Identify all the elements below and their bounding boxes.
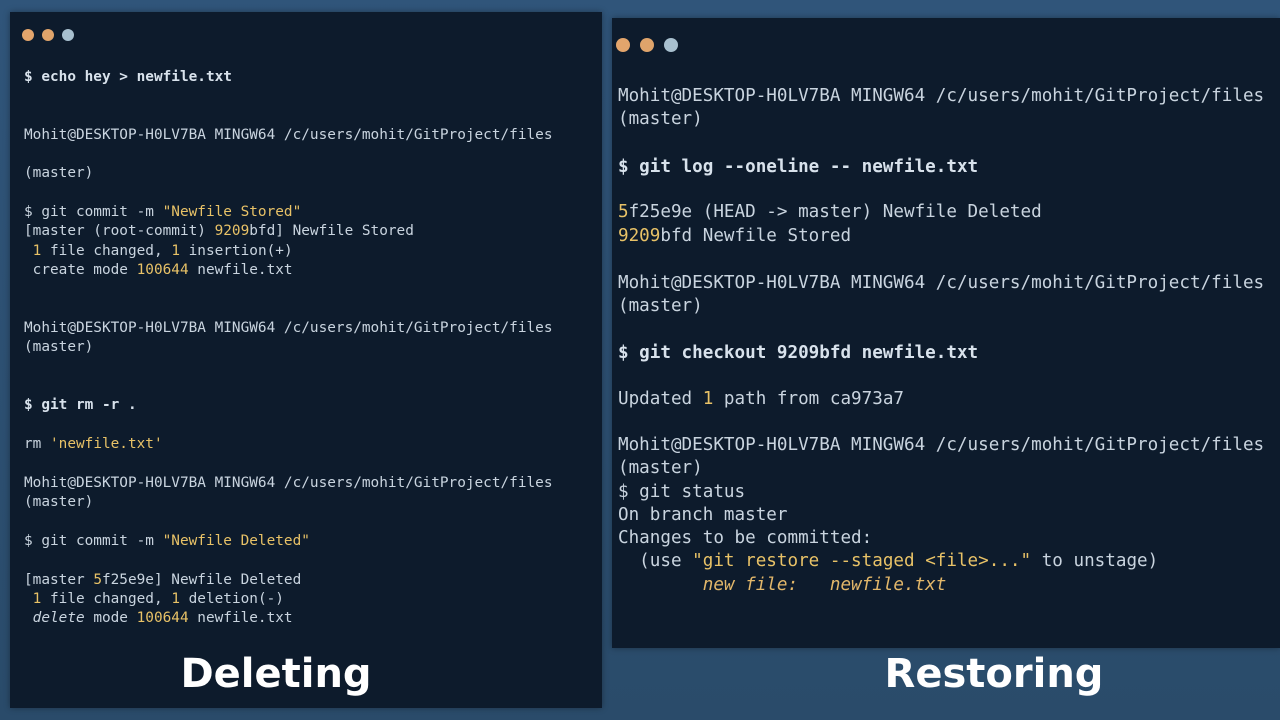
command-line: $ git log --oneline -- newfile.txt (618, 157, 979, 177)
prompt-path: Mohit@DESKTOP-H0LV7BA MINGW64 /c/users/m… (618, 435, 1265, 455)
terminal-window-restoring: Mohit@DESKTOP-H0LV7BA MINGW64 /c/users/m… (612, 18, 1280, 648)
output-text: [master (24, 572, 94, 588)
minimize-dot-icon[interactable] (42, 29, 54, 41)
maximize-dot-icon[interactable] (62, 29, 74, 41)
window-controls (616, 38, 678, 52)
output-text: mode (84, 610, 137, 626)
output-line: 1 file changed, 1 deletion(-) (24, 590, 284, 608)
caption-deleting: Deleting (180, 651, 372, 697)
output-number: 5 (618, 202, 629, 222)
output-line: 1 file changed, 1 insertion(+) (24, 242, 293, 260)
output-text: f25e9e (HEAD -> master) Newfile Deleted (628, 202, 1042, 222)
close-dot-icon[interactable] (616, 38, 630, 52)
output-text: [master (root-commit) (24, 223, 215, 239)
output-text: newfile.txt (188, 262, 293, 278)
output-number: 1 (171, 591, 180, 607)
output-number: 100644 (136, 610, 189, 626)
window-controls (22, 29, 74, 41)
output-number: 1 (171, 243, 180, 259)
output-text: deletion(-) (179, 591, 284, 607)
output-text: rm (24, 436, 50, 452)
output-line: rm 'newfile.txt' (24, 435, 163, 453)
output-text: to unstage) (1031, 551, 1159, 571)
prompt-branch: (master) (24, 494, 94, 510)
output-text: file changed, (41, 243, 172, 259)
output-line: [master (root-commit) 9209bfd] Newfile S… (24, 222, 414, 240)
output-line: 5f25e9e (HEAD -> master) Newfile Deleted (618, 201, 1042, 223)
output-text: bfd] Newfile Stored (249, 223, 414, 239)
staged-file-line: new file: newfile.txt (618, 575, 947, 595)
maximize-dot-icon[interactable] (664, 38, 678, 52)
prompt-branch: (master) (24, 165, 94, 181)
command-string: "Newfile Stored" (162, 204, 302, 220)
output-text: (use (618, 551, 693, 571)
output-number: 1 (702, 389, 714, 409)
command-text: $ git commit -m (24, 533, 163, 549)
terminal-window-deleting: $ echo hey > newfile.txt Mohit@DESKTOP-H… (10, 12, 602, 708)
prompt-path: Mohit@DESKTOP-H0LV7BA MINGW64 /c/users/m… (24, 127, 553, 143)
output-text: insertion(+) (179, 243, 293, 259)
output-text: path from ca973a7 (713, 389, 905, 409)
command-string: "Newfile Deleted" (162, 533, 310, 549)
output-text: bfd Newfile Stored (660, 226, 852, 246)
output-number: 9209 (214, 223, 250, 239)
output-string: 'newfile.txt' (50, 436, 163, 452)
output-number: 100644 (136, 262, 189, 278)
output-line: Changes to be committed: (618, 528, 873, 548)
output-keyword: delete (24, 610, 85, 626)
prompt-branch: (master) (618, 109, 703, 129)
output-text: create mode (24, 262, 137, 278)
slide-background: $ echo hey > newfile.txt Mohit@DESKTOP-H… (0, 0, 1280, 720)
output-text: file changed, (41, 591, 172, 607)
command-line: $ git commit -m "Newfile Stored" (24, 203, 301, 221)
prompt-branch: (master) (618, 458, 703, 478)
output-line: create mode 100644 newfile.txt (24, 261, 293, 279)
command-line: $ git status (618, 482, 746, 502)
command-line: $ git rm -r . (24, 397, 137, 413)
output-text: Updated (618, 389, 703, 409)
output-line: (use "git restore --staged <file>..." to… (618, 550, 1158, 572)
prompt-path: Mohit@DESKTOP-H0LV7BA MINGW64 /c/users/m… (24, 320, 553, 336)
command-line: $ echo hey > newfile.txt (24, 69, 232, 85)
output-string: "git restore --staged <file>..." (692, 551, 1032, 571)
prompt-branch: (master) (24, 339, 94, 355)
output-line: delete mode 100644 newfile.txt (24, 609, 293, 627)
output-line: 9209bfd Newfile Stored (618, 225, 851, 247)
output-text: f25e9e] Newfile Deleted (101, 572, 302, 588)
caption-restoring: Restoring (884, 651, 1104, 697)
output-number: 5 (93, 572, 102, 588)
close-dot-icon[interactable] (22, 29, 34, 41)
output-number: 9209 (618, 226, 661, 246)
command-line: $ git checkout 9209bfd newfile.txt (618, 343, 979, 363)
output-text: newfile.txt (188, 610, 293, 626)
prompt-path: Mohit@DESKTOP-H0LV7BA MINGW64 /c/users/m… (24, 475, 553, 491)
prompt-branch: (master) (618, 296, 703, 316)
command-line: $ git commit -m "Newfile Deleted" (24, 532, 310, 550)
output-line: On branch master (618, 505, 788, 525)
prompt-path: Mohit@DESKTOP-H0LV7BA MINGW64 /c/users/m… (618, 273, 1265, 293)
command-text: $ git commit -m (24, 204, 163, 220)
minimize-dot-icon[interactable] (640, 38, 654, 52)
prompt-path: Mohit@DESKTOP-H0LV7BA MINGW64 /c/users/m… (618, 86, 1265, 106)
output-line: [master 5f25e9e] Newfile Deleted (24, 571, 301, 589)
output-line: Updated 1 path from ca973a7 (618, 388, 904, 410)
